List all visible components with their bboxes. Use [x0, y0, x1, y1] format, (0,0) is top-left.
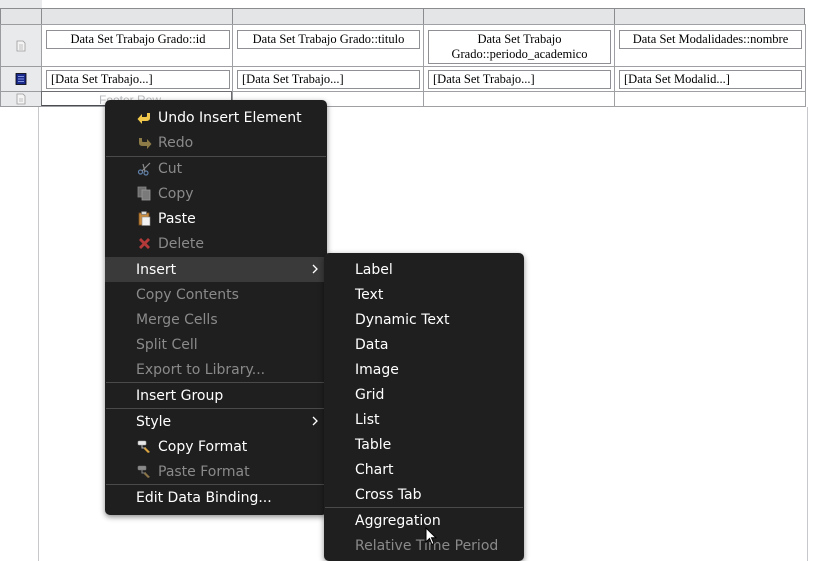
submenu-item-text[interactable]: Text: [324, 282, 524, 307]
submenu-item-text: Chart: [355, 461, 394, 478]
submenu-item-table[interactable]: Table: [324, 432, 524, 457]
menu-item-split-cell[interactable]: Split Cell: [105, 332, 327, 357]
menu-item-label: Copy: [158, 185, 194, 202]
menu-item-label: Paste Format: [158, 463, 250, 480]
detail-row-icon: [15, 73, 27, 85]
copy-format-icon: [137, 440, 150, 453]
menu-item-label: Edit Data Binding...: [136, 489, 272, 506]
submenu-item-dynamic-text[interactable]: Dynamic Text: [324, 307, 524, 332]
menu-item-insert-group[interactable]: Insert Group: [105, 383, 327, 408]
submenu-item-image[interactable]: Image: [324, 357, 524, 382]
paste-format-icon: [137, 465, 150, 478]
menu-item-copy-contents[interactable]: Copy Contents: [105, 282, 327, 307]
menu-item-label: Style: [136, 413, 172, 430]
table-column-header-bar: [0, 8, 806, 25]
menu-item-insert[interactable]: Insert: [105, 257, 327, 282]
submenu-item-text: Dynamic Text: [355, 311, 450, 328]
menu-item-label: Copy Format: [158, 438, 248, 455]
table-corner-handle[interactable]: [0, 8, 42, 25]
footer-row-icon: [16, 93, 26, 105]
menu-item-label: Insert: [136, 261, 177, 278]
menu-item-undo[interactable]: Undo Insert Element: [105, 105, 327, 130]
menu-item-label: Delete: [158, 235, 204, 252]
submenu-item-text: Grid: [355, 386, 385, 403]
menu-item-label: Split Cell: [136, 336, 198, 353]
submenu-item-text: Text: [355, 286, 384, 303]
submenu-item-label[interactable]: Label: [324, 257, 524, 282]
submenu-item-chart[interactable]: Chart: [324, 457, 524, 482]
menu-item-label: Insert Group: [136, 387, 224, 404]
header-label-id[interactable]: Data Set Trabajo Grado::id: [46, 30, 230, 49]
copy-icon: [137, 186, 151, 201]
menu-item-edit-data-binding[interactable]: Edit Data Binding...: [105, 485, 327, 510]
menu-item-label: Cut: [158, 160, 183, 177]
submenu-item-text: Data: [355, 336, 389, 353]
menu-item-redo[interactable]: Redo: [105, 130, 327, 155]
menu-item-label: Merge Cells: [136, 311, 218, 328]
grid-line: [232, 24, 233, 107]
chevron-right-icon: [312, 264, 318, 274]
menu-item-label: Undo Insert Element: [158, 109, 302, 126]
menu-item-label: Copy Contents: [136, 286, 239, 303]
submenu-item-grid[interactable]: Grid: [324, 382, 524, 407]
page-margin-guide: [38, 107, 39, 561]
menu-item-label: Paste: [158, 210, 196, 227]
insert-submenu: Label Text Dynamic Text Data Image Grid …: [324, 253, 524, 561]
menu-item-label: Export to Library...: [136, 361, 266, 378]
column-handle-1[interactable]: [41, 8, 233, 25]
column-handle-3[interactable]: [423, 8, 615, 25]
paste-icon: [138, 211, 151, 226]
menu-item-copy[interactable]: Copy: [105, 181, 327, 206]
submenu-item-data[interactable]: Data: [324, 332, 524, 357]
detail-data-titulo[interactable]: [Data Set Trabajo...]: [237, 70, 420, 89]
submenu-item-aggregation[interactable]: Aggregation: [324, 508, 524, 533]
menu-item-export-library[interactable]: Export to Library...: [105, 357, 327, 382]
header-row-icon: [16, 40, 26, 52]
detail-data-id[interactable]: [Data Set Trabajo...]: [46, 70, 230, 89]
menu-item-style[interactable]: Style: [105, 409, 327, 434]
detail-data-nombre[interactable]: [Data Set Modalid...]: [619, 70, 802, 89]
row-handle-detail[interactable]: [0, 66, 42, 92]
grid-line: [614, 24, 615, 107]
detail-data-periodo[interactable]: [Data Set Trabajo...]: [428, 70, 611, 89]
column-handle-4[interactable]: [614, 8, 805, 25]
menu-item-delete[interactable]: Delete: [105, 231, 327, 256]
menu-item-cut[interactable]: Cut: [105, 156, 327, 181]
submenu-item-text: Table: [355, 436, 392, 453]
mouse-pointer-icon: [425, 527, 437, 546]
header-label-nombre[interactable]: Data Set Modalidades::nombre: [619, 30, 802, 49]
menu-item-merge-cells[interactable]: Merge Cells: [105, 307, 327, 332]
column-handle-2[interactable]: [232, 8, 424, 25]
submenu-item-text: Image: [355, 361, 399, 378]
header-label-periodo[interactable]: Data Set Trabajo Grado::periodo_academic…: [428, 30, 611, 64]
chevron-right-icon: [312, 416, 318, 426]
page-margin-guide: [807, 107, 808, 561]
header-label-titulo[interactable]: Data Set Trabajo Grado::titulo: [237, 30, 420, 49]
cut-icon: [137, 162, 151, 176]
delete-icon: [139, 238, 150, 249]
menu-item-copy-format[interactable]: Copy Format: [105, 434, 327, 459]
context-menu: Undo Insert Element Redo Cut Copy Paste: [105, 100, 327, 515]
submenu-item-cross-tab[interactable]: Cross Tab: [324, 482, 524, 507]
menu-item-paste-format[interactable]: Paste Format: [105, 459, 327, 484]
submenu-item-text: Label: [355, 261, 393, 278]
menu-item-label: Redo: [158, 134, 194, 151]
submenu-item-text: Cross Tab: [355, 486, 422, 503]
undo-icon: [137, 113, 150, 124]
row-handle-footer[interactable]: [0, 91, 42, 107]
menu-item-paste[interactable]: Paste: [105, 206, 327, 231]
submenu-item-text: List: [355, 411, 380, 428]
row-handle-header[interactable]: [0, 24, 42, 67]
grid-line: [423, 24, 424, 107]
redo-icon: [139, 138, 152, 149]
submenu-item-relative-time-period[interactable]: Relative Time Period: [324, 533, 524, 558]
submenu-item-list[interactable]: List: [324, 407, 524, 432]
grid-line: [805, 24, 806, 107]
